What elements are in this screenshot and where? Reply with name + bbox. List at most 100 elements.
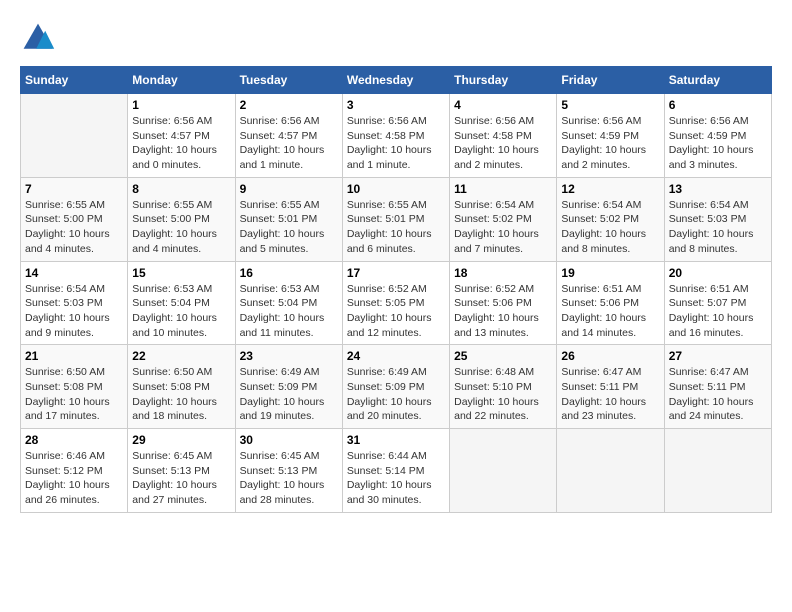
day-cell: 30 Sunrise: 6:45 AMSunset: 5:13 PMDayligh… [235,429,342,513]
day-info: Sunrise: 6:55 AMSunset: 5:01 PMDaylight:… [347,198,445,257]
day-cell: 12 Sunrise: 6:54 AMSunset: 5:02 PMDayligh… [557,177,664,261]
day-number: 22 [132,349,230,363]
calendar-table: Sunday Monday Tuesday Wednesday Thursday… [20,66,772,513]
day-info: Sunrise: 6:56 AMSunset: 4:57 PMDaylight:… [132,114,230,173]
day-info: Sunrise: 6:54 AMSunset: 5:02 PMDaylight:… [561,198,659,257]
week-row-1: 1Sunrise: 6:56 AMSunset: 4:57 PMDaylight… [21,94,772,178]
day-cell: 1Sunrise: 6:56 AMSunset: 4:57 PMDaylight… [128,94,235,178]
col-tuesday: Tuesday [235,67,342,94]
day-cell: 18 Sunrise: 6:52 AMSunset: 5:06 PMDayligh… [450,261,557,345]
day-info: Sunrise: 6:44 AMSunset: 5:14 PMDaylight:… [347,449,445,508]
day-cell: 8 Sunrise: 6:55 AMSunset: 5:00 PMDaylight… [128,177,235,261]
day-number: 7 [25,182,123,196]
day-number: 3 [347,98,445,112]
day-cell: 3 Sunrise: 6:56 AMSunset: 4:58 PMDaylight… [342,94,449,178]
day-info: Sunrise: 6:56 AMSunset: 4:58 PMDaylight:… [454,114,552,173]
day-cell: 21 Sunrise: 6:50 AMSunset: 5:08 PMDayligh… [21,345,128,429]
day-info: Sunrise: 6:45 AMSunset: 5:13 PMDaylight:… [132,449,230,508]
day-info: Sunrise: 6:48 AMSunset: 5:10 PMDaylight:… [454,365,552,424]
day-number: 23 [240,349,338,363]
col-wednesday: Wednesday [342,67,449,94]
logo-icon [20,20,56,56]
day-cell: 19Sunrise: 6:51 AMSunset: 5:06 PMDayligh… [557,261,664,345]
day-cell: 6Sunrise: 6:56 AMSunset: 4:59 PMDaylight… [664,94,771,178]
day-info: Sunrise: 6:56 AMSunset: 4:59 PMDaylight:… [669,114,767,173]
day-number: 5 [561,98,659,112]
day-cell: 15 Sunrise: 6:53 AMSunset: 5:04 PMDayligh… [128,261,235,345]
day-number: 9 [240,182,338,196]
day-cell: 10 Sunrise: 6:55 AMSunset: 5:01 PMDayligh… [342,177,449,261]
day-number: 10 [347,182,445,196]
day-number: 2 [240,98,338,112]
day-cell: 14 Sunrise: 6:54 AMSunset: 5:03 PMDayligh… [21,261,128,345]
day-cell: 17Sunrise: 6:52 AMSunset: 5:05 PMDayligh… [342,261,449,345]
day-info: Sunrise: 6:52 AMSunset: 5:05 PMDaylight:… [347,282,445,341]
day-cell [664,429,771,513]
day-number: 19 [561,266,659,280]
day-info: Sunrise: 6:54 AMSunset: 5:03 PMDaylight:… [669,198,767,257]
day-number: 18 [454,266,552,280]
day-info: Sunrise: 6:55 AMSunset: 5:01 PMDaylight:… [240,198,338,257]
col-sunday: Sunday [21,67,128,94]
day-info: Sunrise: 6:54 AMSunset: 5:03 PMDaylight:… [25,282,123,341]
col-friday: Friday [557,67,664,94]
day-number: 30 [240,433,338,447]
day-cell: 27 Sunrise: 6:47 AMSunset: 5:11 PMDayligh… [664,345,771,429]
day-number: 15 [132,266,230,280]
logo [20,20,60,56]
day-info: Sunrise: 6:47 AMSunset: 5:11 PMDaylight:… [669,365,767,424]
day-cell: 4 Sunrise: 6:56 AMSunset: 4:58 PMDaylight… [450,94,557,178]
week-row-3: 14 Sunrise: 6:54 AMSunset: 5:03 PMDayligh… [21,261,772,345]
day-number: 8 [132,182,230,196]
day-info: Sunrise: 6:52 AMSunset: 5:06 PMDaylight:… [454,282,552,341]
day-number: 16 [240,266,338,280]
day-number: 11 [454,182,552,196]
day-info: Sunrise: 6:49 AMSunset: 5:09 PMDaylight:… [347,365,445,424]
page-header [20,20,772,56]
day-number: 27 [669,349,767,363]
day-number: 13 [669,182,767,196]
day-cell: 11 Sunrise: 6:54 AMSunset: 5:02 PMDayligh… [450,177,557,261]
col-monday: Monday [128,67,235,94]
day-cell: 26Sunrise: 6:47 AMSunset: 5:11 PMDayligh… [557,345,664,429]
day-cell: 2Sunrise: 6:56 AMSunset: 4:57 PMDaylight… [235,94,342,178]
day-info: Sunrise: 6:55 AMSunset: 5:00 PMDaylight:… [132,198,230,257]
day-cell: 24 Sunrise: 6:49 AMSunset: 5:09 PMDayligh… [342,345,449,429]
day-info: Sunrise: 6:54 AMSunset: 5:02 PMDaylight:… [454,198,552,257]
day-number: 29 [132,433,230,447]
week-row-4: 21 Sunrise: 6:50 AMSunset: 5:08 PMDayligh… [21,345,772,429]
day-number: 25 [454,349,552,363]
week-row-5: 28Sunrise: 6:46 AMSunset: 5:12 PMDayligh… [21,429,772,513]
day-cell: 20 Sunrise: 6:51 AMSunset: 5:07 PMDayligh… [664,261,771,345]
day-number: 20 [669,266,767,280]
day-number: 24 [347,349,445,363]
day-info: Sunrise: 6:49 AMSunset: 5:09 PMDaylight:… [240,365,338,424]
day-cell: 9 Sunrise: 6:55 AMSunset: 5:01 PMDaylight… [235,177,342,261]
col-thursday: Thursday [450,67,557,94]
header-row: Sunday Monday Tuesday Wednesday Thursday… [21,67,772,94]
day-cell: 28Sunrise: 6:46 AMSunset: 5:12 PMDayligh… [21,429,128,513]
day-info: Sunrise: 6:56 AMSunset: 4:59 PMDaylight:… [561,114,659,173]
day-info: Sunrise: 6:51 AMSunset: 5:07 PMDaylight:… [669,282,767,341]
day-info: Sunrise: 6:53 AMSunset: 5:04 PMDaylight:… [132,282,230,341]
day-cell: 25 Sunrise: 6:48 AMSunset: 5:10 PMDayligh… [450,345,557,429]
day-cell: 23 Sunrise: 6:49 AMSunset: 5:09 PMDayligh… [235,345,342,429]
day-cell: 31 Sunrise: 6:44 AMSunset: 5:14 PMDayligh… [342,429,449,513]
day-info: Sunrise: 6:47 AMSunset: 5:11 PMDaylight:… [561,365,659,424]
day-cell: 16 Sunrise: 6:53 AMSunset: 5:04 PMDayligh… [235,261,342,345]
day-info: Sunrise: 6:50 AMSunset: 5:08 PMDaylight:… [132,365,230,424]
day-number: 21 [25,349,123,363]
day-cell: 7Sunrise: 6:55 AMSunset: 5:00 PMDaylight… [21,177,128,261]
day-info: Sunrise: 6:56 AMSunset: 4:58 PMDaylight:… [347,114,445,173]
day-info: Sunrise: 6:45 AMSunset: 5:13 PMDaylight:… [240,449,338,508]
calendar-body: 1Sunrise: 6:56 AMSunset: 4:57 PMDaylight… [21,94,772,513]
day-info: Sunrise: 6:53 AMSunset: 5:04 PMDaylight:… [240,282,338,341]
day-number: 14 [25,266,123,280]
day-number: 28 [25,433,123,447]
day-number: 12 [561,182,659,196]
day-cell: 5 Sunrise: 6:56 AMSunset: 4:59 PMDaylight… [557,94,664,178]
day-cell: 22 Sunrise: 6:50 AMSunset: 5:08 PMDayligh… [128,345,235,429]
day-number: 31 [347,433,445,447]
day-info: Sunrise: 6:50 AMSunset: 5:08 PMDaylight:… [25,365,123,424]
day-number: 4 [454,98,552,112]
